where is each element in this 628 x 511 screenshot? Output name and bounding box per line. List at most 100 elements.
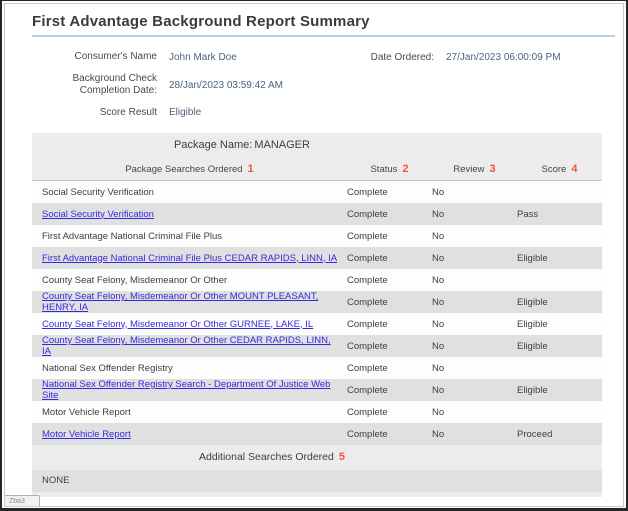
table-row: First Advantage National Criminal File P… xyxy=(32,225,602,247)
summary-row-score-result: Score Result Eligible xyxy=(30,107,620,120)
consumer-name-label: Consumer's Name xyxy=(30,51,169,64)
table-row: Motor Vehicle Report CompleteNoProceed xyxy=(32,423,602,445)
review-cell: No xyxy=(432,231,517,242)
table-row: County Seat Felony, Misdemeanor Or Other… xyxy=(32,291,602,313)
status-cell: Complete xyxy=(347,253,432,264)
search-cell: Social Security Verification xyxy=(32,187,347,198)
table-row: Motor Vehicle ReportCompleteNo xyxy=(32,401,602,423)
score-result-label: Score Result xyxy=(30,107,169,120)
review-cell: No xyxy=(432,187,517,198)
status-cell: Complete xyxy=(347,275,432,286)
column-header-score-label: Score xyxy=(542,164,567,175)
score-cell: Eligible xyxy=(517,253,602,264)
status-cell: Complete xyxy=(347,363,432,374)
column-header-searches: Package Searches Ordered 1 xyxy=(32,163,347,175)
status-cell: Complete xyxy=(347,385,432,396)
status-cell: Complete xyxy=(347,297,432,308)
score-cell: Eligible xyxy=(517,297,602,308)
search-cell: Motor Vehicle Report xyxy=(32,429,347,440)
status-cell: Complete xyxy=(347,319,432,330)
search-cell: National Sex Offender Registry xyxy=(32,363,347,374)
search-result-link[interactable]: Motor Vehicle Report xyxy=(42,429,131,440)
table-row: County Seat Felony, Misdemeanor Or Other… xyxy=(32,313,602,335)
review-cell: No xyxy=(432,275,517,286)
search-cell: National Sex Offender Registry Search - … xyxy=(32,379,347,401)
report-page: First Advantage Background Report Summar… xyxy=(2,1,626,497)
column-header-searches-label: Package Searches Ordered xyxy=(125,164,242,175)
status-cell: Complete xyxy=(347,187,432,198)
summary-row-consumer: Consumer's Name John Mark Doe Date Order… xyxy=(30,51,620,64)
completion-date-value: 28/Jan/2023 03:59:42 AM xyxy=(169,80,283,91)
review-cell: No xyxy=(432,385,517,396)
status-cell: Complete xyxy=(347,429,432,440)
date-ordered-value: 27/Jan/2023 06:00:09 PM xyxy=(446,52,606,63)
search-result-link[interactable]: National Sex Offender Registry Search - … xyxy=(42,379,330,401)
table-row: County Seat Felony, Misdemeanor Or Other… xyxy=(32,335,602,357)
column-header-status: Status 2 xyxy=(347,163,432,175)
column-header-score: Score 4 xyxy=(517,163,602,175)
review-cell: No xyxy=(432,407,517,418)
score-cell: Eligible xyxy=(517,319,602,330)
column-number-5: 5 xyxy=(339,451,345,463)
search-cell: First Advantage National Criminal File P… xyxy=(32,231,347,242)
search-cell: Social Security Verification xyxy=(32,209,347,220)
score-cell: Eligible xyxy=(517,385,602,396)
column-header-review-label: Review xyxy=(453,164,484,175)
search-cell: First Advantage National Criminal File P… xyxy=(32,253,347,264)
review-cell: No xyxy=(432,341,517,352)
column-number-3: 3 xyxy=(490,163,496,175)
review-cell: No xyxy=(432,363,517,374)
search-result-link[interactable]: County Seat Felony, Misdemeanor Or Other… xyxy=(42,291,318,313)
table-rows: Social Security VerificationCompleteNoSo… xyxy=(32,181,602,445)
table-row: First Advantage National Criminal File P… xyxy=(32,247,602,269)
review-cell: No xyxy=(432,209,517,220)
column-header-review: Review 3 xyxy=(432,163,517,175)
completion-date-label: Background Check Completion Date: xyxy=(30,73,169,98)
review-cell: No xyxy=(432,429,517,440)
summary-row-completion-date: Background Check Completion Date: 28/Jan… xyxy=(30,73,620,98)
search-result-link[interactable]: County Seat Felony, Misdemeanor Or Other… xyxy=(42,319,313,330)
search-cell: County Seat Felony, Misdemeanor Or Other… xyxy=(32,291,347,313)
table-column-headers: Package Searches Ordered 1 Status 2 Review… xyxy=(32,158,602,181)
package-name-row: Package Name:MANAGER xyxy=(32,133,602,158)
table-row: Social Security VerificationCompleteNo xyxy=(32,181,602,203)
search-result-link[interactable]: Social Security Verification xyxy=(42,209,154,220)
title-divider xyxy=(32,35,615,37)
table-row: Social Security Verification CompleteNoPa… xyxy=(32,203,602,225)
search-result-link[interactable]: First Advantage National Criminal File P… xyxy=(42,253,337,264)
summary-section: Consumer's Name John Mark Doe Date Order… xyxy=(30,51,620,119)
review-cell: No xyxy=(432,319,517,330)
search-cell: County Seat Felony, Misdemeanor Or Other xyxy=(32,275,347,286)
score-cell: Pass xyxy=(517,209,602,220)
additional-searches-label: Additional Searches Ordered xyxy=(199,451,334,463)
table-row: County Seat Felony, Misdemeanor Or Other… xyxy=(32,269,602,291)
column-number-2: 2 xyxy=(402,163,408,175)
package-name-label: Package Name: xyxy=(174,139,252,151)
page-title: First Advantage Background Report Summar… xyxy=(32,13,620,30)
additional-searches-value: NONE xyxy=(32,470,602,492)
search-result-link[interactable]: County Seat Felony, Misdemeanor Or Other… xyxy=(42,335,331,357)
report-window: First Advantage Background Report Summar… xyxy=(0,0,628,511)
search-cell: County Seat Felony, Misdemeanor Or Other… xyxy=(32,335,347,357)
table-row: National Sex Offender Registry Search - … xyxy=(32,379,602,401)
search-cell: Motor Vehicle Report xyxy=(32,407,347,418)
score-cell: Proceed xyxy=(517,429,602,440)
score-result-value: Eligible xyxy=(169,107,201,118)
additional-searches-header: Additional Searches Ordered 5 xyxy=(32,445,602,470)
status-cell: Complete xyxy=(347,407,432,418)
column-number-4: 4 xyxy=(571,163,577,175)
column-number-1: 1 xyxy=(248,163,254,175)
status-cell: Complete xyxy=(347,341,432,352)
consumer-name-value: John Mark Doe xyxy=(169,52,237,63)
column-header-status-label: Status xyxy=(370,164,397,175)
search-cell: County Seat Felony, Misdemeanor Or Other… xyxy=(32,319,347,330)
status-cell: Complete xyxy=(347,209,432,220)
review-cell: No xyxy=(432,253,517,264)
package-name-value: MANAGER xyxy=(254,139,310,151)
status-corner-tab: Zba3 xyxy=(4,495,40,507)
date-ordered-label: Date Ordered: xyxy=(371,52,446,63)
score-cell: Eligible xyxy=(517,341,602,352)
package-table: Package Name:MANAGER Package Searches Or… xyxy=(32,133,602,497)
status-cell: Complete xyxy=(347,231,432,242)
table-row: National Sex Offender RegistryCompleteNo xyxy=(32,357,602,379)
